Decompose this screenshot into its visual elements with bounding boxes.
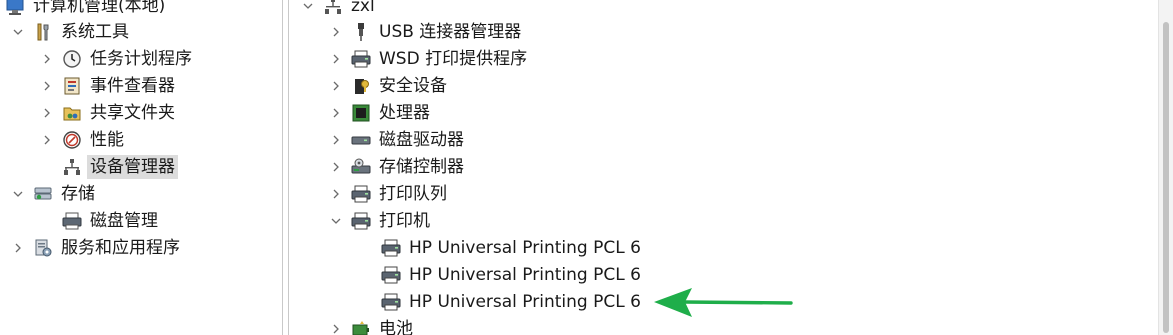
tree-item-task-scheduler[interactable]: 任务计划程序 <box>39 46 195 72</box>
disk-drive-icon <box>350 129 372 151</box>
tree-item-event-viewer[interactable]: 事件查看器 <box>39 73 178 99</box>
printer-icon <box>380 291 402 313</box>
tree-label: 处理器 <box>379 103 430 123</box>
device-category-disk-drives[interactable]: 磁盘驱动器 <box>328 127 467 153</box>
chevron-right-icon[interactable] <box>39 78 55 94</box>
chevron-right-icon[interactable] <box>39 51 55 67</box>
pane-splitter-inner <box>288 0 289 335</box>
annotation-arrow-icon <box>654 288 793 317</box>
device-category-usb-connector[interactable]: USB 连接器管理器 <box>328 19 524 45</box>
chevron-right-icon[interactable] <box>328 321 344 335</box>
console-tree-pane: 计算机管理(本地) 系统工具 任务计划程序 事件查看器 共享文件夹 性能 设备管… <box>0 0 282 335</box>
processor-icon <box>350 102 372 124</box>
tree-label: 任务计划程序 <box>90 49 192 69</box>
chevron-right-icon[interactable] <box>39 132 55 148</box>
tools-icon <box>32 21 54 43</box>
tree-item-disk-management[interactable]: 磁盘管理 <box>39 208 161 234</box>
chevron-down-icon[interactable] <box>300 0 316 14</box>
printer-icon <box>380 264 402 286</box>
chevron-right-icon[interactable] <box>328 186 344 202</box>
tree-item-computer-management[interactable]: 计算机管理(本地) <box>4 0 168 19</box>
tree-label: 安全设备 <box>379 76 447 96</box>
tree-label: USB 连接器管理器 <box>379 22 522 42</box>
tree-label: HP Universal Printing PCL 6 <box>409 265 641 285</box>
printer-icon <box>350 183 372 205</box>
device-item-printer[interactable]: HP Universal Printing PCL 6 <box>358 262 644 288</box>
tree-label: 磁盘驱动器 <box>379 130 464 150</box>
storage-icon <box>32 183 54 205</box>
services-icon <box>32 237 54 259</box>
device-manager-icon <box>61 156 83 178</box>
usb-icon <box>350 21 372 43</box>
device-tree-pane: zxl USB 连接器管理器 WSD 打印提供程序 安全设备 处理器 磁盘驱动器 <box>292 0 1159 335</box>
tree-label: 电池 <box>379 319 413 335</box>
chevron-right-icon[interactable] <box>328 78 344 94</box>
tree-label: 打印机 <box>379 211 430 231</box>
battery-icon <box>350 318 372 335</box>
printer-icon <box>350 210 372 232</box>
tree-label: 事件查看器 <box>90 76 175 96</box>
tree-item-device-manager[interactable]: 设备管理器 <box>39 154 178 180</box>
pane-splitter[interactable] <box>282 0 283 335</box>
device-category-processors[interactable]: 处理器 <box>328 100 433 126</box>
tree-label: 计算机管理(本地) <box>33 0 166 16</box>
tree-label: 磁盘管理 <box>90 211 158 231</box>
chevron-down-icon[interactable] <box>10 24 26 40</box>
security-device-icon <box>350 75 372 97</box>
tree-label: 设备管理器 <box>87 155 178 179</box>
tree-item-system-tools[interactable]: 系统工具 <box>10 19 132 45</box>
device-category-print-queues[interactable]: 打印队列 <box>328 181 450 207</box>
device-category-batteries[interactable]: 电池 <box>328 316 416 335</box>
chevron-right-icon[interactable] <box>328 24 344 40</box>
chevron-right-icon[interactable] <box>328 51 344 67</box>
device-category-security[interactable]: 安全设备 <box>328 73 450 99</box>
tree-item-services-apps[interactable]: 服务和应用程序 <box>10 235 183 261</box>
chevron-right-icon[interactable] <box>39 105 55 121</box>
event-viewer-icon <box>61 75 83 97</box>
chevron-right-icon[interactable] <box>328 132 344 148</box>
device-node-computer[interactable]: zxl <box>300 0 378 19</box>
tree-label: zxl <box>351 0 375 16</box>
tree-item-storage[interactable]: 存储 <box>10 181 98 207</box>
performance-gauge-icon <box>61 129 83 151</box>
vertical-scrollbar[interactable] <box>1158 0 1173 335</box>
tree-label: 系统工具 <box>61 22 129 42</box>
device-category-storage-controllers[interactable]: 存储控制器 <box>328 154 467 180</box>
tree-label: 存储 <box>61 184 95 204</box>
tree-label: HP Universal Printing PCL 6 <box>409 238 641 258</box>
chevron-down-icon[interactable] <box>328 213 344 229</box>
tree-label: WSD 打印提供程序 <box>379 49 528 69</box>
chevron-right-icon[interactable] <box>328 159 344 175</box>
device-category-wsd-print[interactable]: WSD 打印提供程序 <box>328 46 530 72</box>
tree-label: 共享文件夹 <box>90 103 175 123</box>
tree-label: 性能 <box>90 130 124 150</box>
tree-item-performance[interactable]: 性能 <box>39 127 127 153</box>
device-category-printers[interactable]: 打印机 <box>328 208 433 234</box>
computer-management-icon <box>4 0 26 17</box>
device-item-printer[interactable]: HP Universal Printing PCL 6 <box>358 235 644 261</box>
tree-label: HP Universal Printing PCL 6 <box>409 292 641 312</box>
chevron-down-icon[interactable] <box>10 186 26 202</box>
storage-controller-icon <box>350 156 372 178</box>
computer-icon <box>322 0 344 17</box>
printer-icon <box>350 48 372 70</box>
shared-folder-icon <box>61 102 83 124</box>
chevron-right-icon[interactable] <box>328 105 344 121</box>
scrollbar-thumb[interactable] <box>1163 22 1169 333</box>
tree-label: 打印队列 <box>379 184 447 204</box>
clock-icon <box>61 48 83 70</box>
tree-label: 存储控制器 <box>379 157 464 177</box>
device-item-printer[interactable]: HP Universal Printing PCL 6 <box>358 289 644 315</box>
tree-item-shared-folders[interactable]: 共享文件夹 <box>39 100 178 126</box>
chevron-right-icon[interactable] <box>10 240 26 256</box>
tree-label: 服务和应用程序 <box>61 238 180 258</box>
printer-icon <box>380 237 402 259</box>
disk-management-icon <box>61 210 83 232</box>
